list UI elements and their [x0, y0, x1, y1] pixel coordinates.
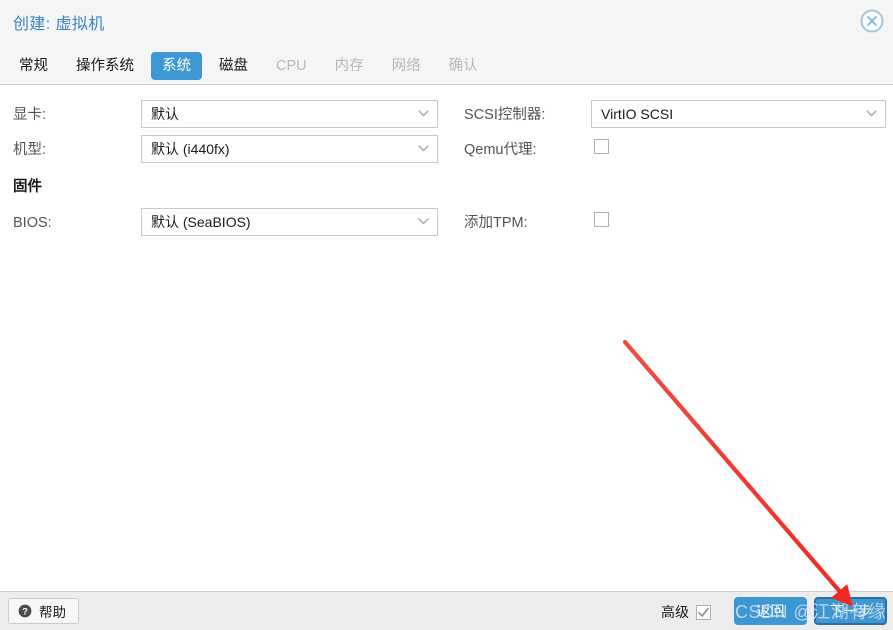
graphic-card-value: 默认: [151, 101, 411, 127]
svg-text:?: ?: [22, 606, 28, 617]
tab-disk[interactable]: 磁盘: [208, 52, 259, 80]
machine-type-label: 机型:: [13, 141, 46, 159]
firmware-heading: 固件: [13, 178, 42, 196]
dialog-footer: ? 帮助 高级 返回 下一步: [0, 591, 893, 630]
help-button[interactable]: ? 帮助: [8, 598, 79, 624]
help-button-label: 帮助: [39, 601, 66, 621]
graphic-card-label: 显卡:: [13, 106, 46, 124]
qemu-agent-label: Qemu代理:: [464, 141, 537, 159]
add-tpm-checkbox[interactable]: [594, 212, 609, 227]
chevron-down-icon: [418, 110, 429, 117]
scsi-controller-select[interactable]: VirtIO SCSI: [591, 100, 886, 128]
machine-type-select[interactable]: 默认 (i440fx): [141, 135, 438, 163]
page-title: 创建: 虚拟机: [13, 10, 105, 34]
question-circle-icon: ?: [18, 604, 32, 618]
qemu-agent-checkbox[interactable]: [594, 139, 609, 154]
chevron-down-icon: [418, 145, 429, 152]
tab-system[interactable]: 系统: [151, 52, 202, 80]
back-button[interactable]: 返回: [734, 597, 807, 625]
tab-confirm: 确认: [438, 52, 489, 80]
scsi-controller-value: VirtIO SCSI: [601, 101, 859, 127]
close-icon[interactable]: [859, 8, 885, 34]
create-vm-dialog: 创建: 虚拟机 常规 操作系统 系统 磁盘 CPU 内存 网络 确认 显卡: 默…: [0, 0, 893, 630]
chevron-down-icon: [418, 218, 429, 225]
dialog-header: 创建: 虚拟机 常规 操作系统 系统 磁盘 CPU 内存 网络 确认: [0, 0, 893, 85]
advanced-checkbox[interactable]: [696, 605, 711, 620]
add-tpm-label: 添加TPM:: [464, 214, 528, 232]
bios-value: 默认 (SeaBIOS): [151, 209, 411, 235]
advanced-label: 高级: [661, 602, 689, 622]
system-settings-form: 显卡: 默认 机型: 默认 (i440fx) 固件 BIOS: 默认 (SeaB…: [0, 85, 893, 591]
advanced-toggle[interactable]: 高级: [661, 602, 711, 622]
tab-os[interactable]: 操作系统: [65, 52, 145, 80]
tab-bar: 常规 操作系统 系统 磁盘 CPU 内存 网络 确认: [8, 51, 495, 81]
chevron-down-icon: [866, 110, 877, 117]
tab-general[interactable]: 常规: [8, 52, 59, 80]
next-button[interactable]: 下一步: [814, 597, 887, 625]
graphic-card-select[interactable]: 默认: [141, 100, 438, 128]
tab-memory: 内存: [324, 52, 375, 80]
bios-label: BIOS:: [13, 214, 52, 232]
machine-type-value: 默认 (i440fx): [151, 136, 411, 162]
scsi-controller-label: SCSI控制器:: [464, 106, 545, 124]
tab-network: 网络: [381, 52, 432, 80]
checkmark-icon: [697, 606, 710, 619]
tab-cpu: CPU: [265, 52, 318, 80]
bios-select[interactable]: 默认 (SeaBIOS): [141, 208, 438, 236]
